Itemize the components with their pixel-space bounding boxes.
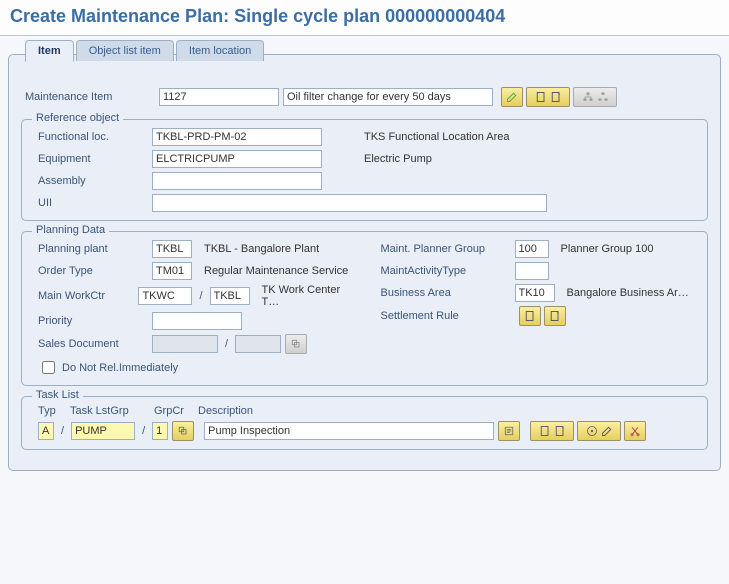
page-title: Create Maintenance Plan: Single cycle pl…: [0, 0, 729, 36]
main-workctr-plant-input[interactable]: [210, 287, 250, 305]
tab-object-list-item[interactable]: Object list item: [76, 40, 174, 61]
assembly-input[interactable]: [152, 172, 322, 190]
tasklist-header-group: Task LstGrp: [70, 405, 150, 417]
tasklist-header-typ: Typ: [38, 405, 66, 417]
tasklist-desc-input[interactable]: [204, 422, 494, 440]
tasklist-group-input[interactable]: [71, 422, 135, 440]
order-type-input[interactable]: [152, 262, 192, 280]
maintenance-item-number-input[interactable]: [159, 88, 279, 106]
sales-document-input[interactable]: [152, 335, 218, 353]
priority-input[interactable]: [152, 312, 242, 330]
settlement-rule-label: Settlement Rule: [381, 310, 511, 322]
order-type-desc: Regular Maintenance Service: [196, 265, 348, 277]
sales-document-item-input[interactable]: [235, 335, 281, 353]
planning-plant-input[interactable]: [152, 240, 192, 258]
tab-item[interactable]: Item: [25, 40, 74, 62]
slash-sep4: /: [139, 425, 148, 437]
slash-sep3: /: [58, 425, 67, 437]
maintenance-item-label: Maintenance Item: [25, 91, 155, 103]
main-workctr-desc: TK Work Center T…: [254, 284, 349, 308]
business-area-input[interactable]: [515, 284, 555, 302]
hierarchy-buttons[interactable]: [573, 87, 617, 107]
tasklist-search-icon[interactable]: [172, 421, 194, 441]
tasklist-cut-icon[interactable]: [624, 421, 646, 441]
settlement-rule-create-icon[interactable]: [544, 306, 566, 326]
activity-type-label: MaintActivityType: [381, 265, 511, 277]
tasklist-counter-input[interactable]: [152, 422, 168, 440]
planning-plant-label: Planning plant: [38, 243, 148, 255]
maintenance-item-desc-input[interactable]: [283, 88, 493, 106]
main-panel: Item Object list item Item location Main…: [8, 54, 721, 471]
reference-object-group: Reference object Functional loc. TKS Fun…: [21, 119, 708, 221]
tasklist-header-desc: Description: [198, 405, 253, 417]
tasklist-header-counter: GrpCr: [154, 405, 194, 417]
tasklist-doc-buttons[interactable]: [530, 421, 574, 441]
do-not-rel-label: Do Not Rel.Immediately: [62, 362, 178, 374]
sales-document-label: Sales Document: [38, 338, 148, 350]
main-workctr-label: Main WorkCtr: [38, 290, 134, 302]
business-area-label: Business Area: [381, 287, 511, 299]
functional-loc-desc: TKS Functional Location Area: [356, 131, 510, 143]
task-list-title: Task List: [32, 389, 83, 401]
order-type-label: Order Type: [38, 265, 148, 277]
planning-plant-desc: TKBL - Bangalore Plant: [196, 243, 319, 255]
equipment-input[interactable]: [152, 150, 322, 168]
settlement-rule-display-icon[interactable]: [519, 306, 541, 326]
assembly-label: Assembly: [38, 175, 148, 187]
slash-sep: /: [196, 290, 205, 302]
planning-data-group: Planning Data Planning plant TKBL - Bang…: [21, 231, 708, 386]
priority-label: Priority: [38, 315, 148, 327]
planner-group-desc: Planner Group 100: [553, 243, 654, 255]
edit-longtext-icon[interactable]: [501, 87, 523, 107]
sales-doc-search-icon[interactable]: [285, 334, 307, 354]
functional-loc-input[interactable]: [152, 128, 322, 146]
planner-group-input[interactable]: [515, 240, 549, 258]
planner-group-label: Maint. Planner Group: [381, 243, 511, 255]
uii-input[interactable]: [152, 194, 547, 212]
tasklist-typ-input[interactable]: [38, 422, 54, 440]
tab-bar: Item Object list item Item location: [25, 43, 720, 69]
document-buttons[interactable]: [526, 87, 570, 107]
planning-data-title: Planning Data: [32, 224, 109, 236]
reference-object-title: Reference object: [32, 112, 123, 124]
tasklist-edit-buttons[interactable]: [577, 421, 621, 441]
functional-loc-label: Functional loc.: [38, 131, 148, 143]
equipment-label: Equipment: [38, 153, 148, 165]
tab-item-location[interactable]: Item location: [176, 40, 264, 61]
task-list-group: Task List Typ Task LstGrp GrpCr Descript…: [21, 396, 708, 450]
main-workctr-input[interactable]: [138, 287, 192, 305]
do-not-rel-checkbox[interactable]: [42, 361, 55, 374]
activity-type-input[interactable]: [515, 262, 549, 280]
business-area-desc: Bangalore Business Ar…: [559, 287, 689, 299]
uii-label: UII: [38, 197, 148, 209]
equipment-desc: Electric Pump: [356, 153, 432, 165]
tasklist-longtext-icon[interactable]: [498, 421, 520, 441]
slash-sep2: /: [222, 338, 231, 350]
